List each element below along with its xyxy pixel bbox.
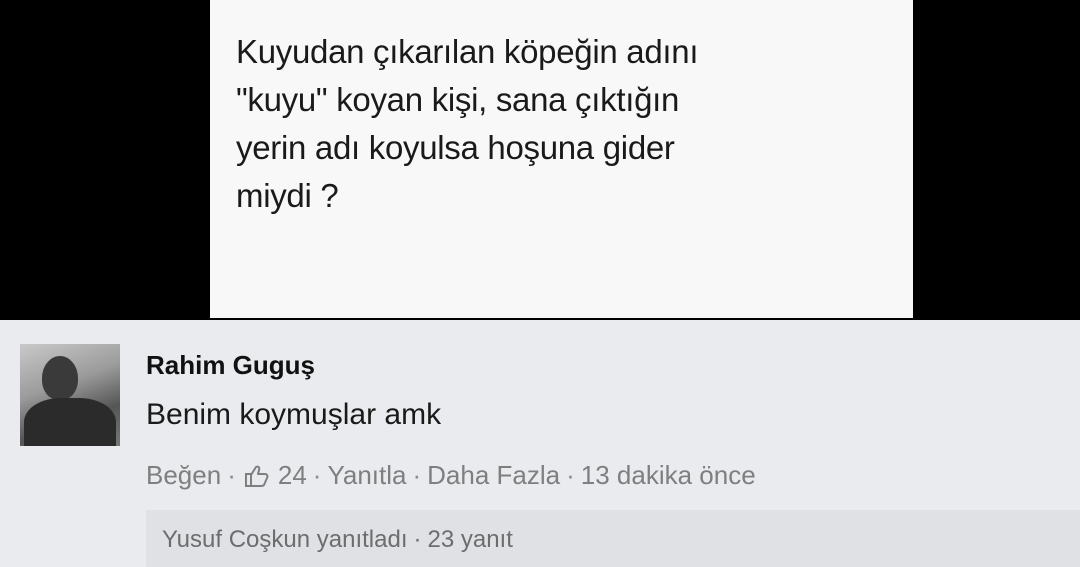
separator: · [566,460,575,490]
thumbs-up-icon[interactable] [244,463,272,489]
comment-timestamp[interactable]: 13 dakika önce [581,460,756,491]
separator: · [312,460,322,490]
avatar-body-shape [24,398,116,446]
replies-summary-bar[interactable]: Yusuf Coşkun yanıtladı · 23 yanıt [146,510,1080,567]
separator: · [413,526,422,553]
comment-section: Rahim Guguş Benim koymuşlar amk Beğen · … [0,320,1080,567]
post-text: Kuyudan çıkarılan köpeğin adını "kuyu" k… [236,33,699,214]
comment-text: Benim koymuşlar amk [146,398,442,431]
dark-background: Kuyudan çıkarılan köpeğin adını "kuyu" k… [0,0,1080,320]
reply-link[interactable]: Yanıtla [327,460,406,491]
separator: · [227,460,236,490]
like-link[interactable]: Beğen [146,460,221,491]
more-link[interactable]: Daha Fazla [427,460,560,491]
replies-count: 23 yanıt [427,526,513,553]
avatar-head-shape [42,356,78,400]
comment-author-name[interactable]: Rahim Guguş [146,350,315,381]
avatar[interactable] [20,344,120,446]
comment-actions: Beğen · 24 · Yanıtla · Daha Fazla · 13 d… [146,460,756,491]
post-card: Kuyudan çıkarılan köpeğin adını "kuyu" k… [210,0,913,318]
separator: · [412,460,422,490]
replies-summary-text: Yusuf Coşkun yanıtladı [162,526,408,553]
like-count[interactable]: 24 [278,460,307,491]
